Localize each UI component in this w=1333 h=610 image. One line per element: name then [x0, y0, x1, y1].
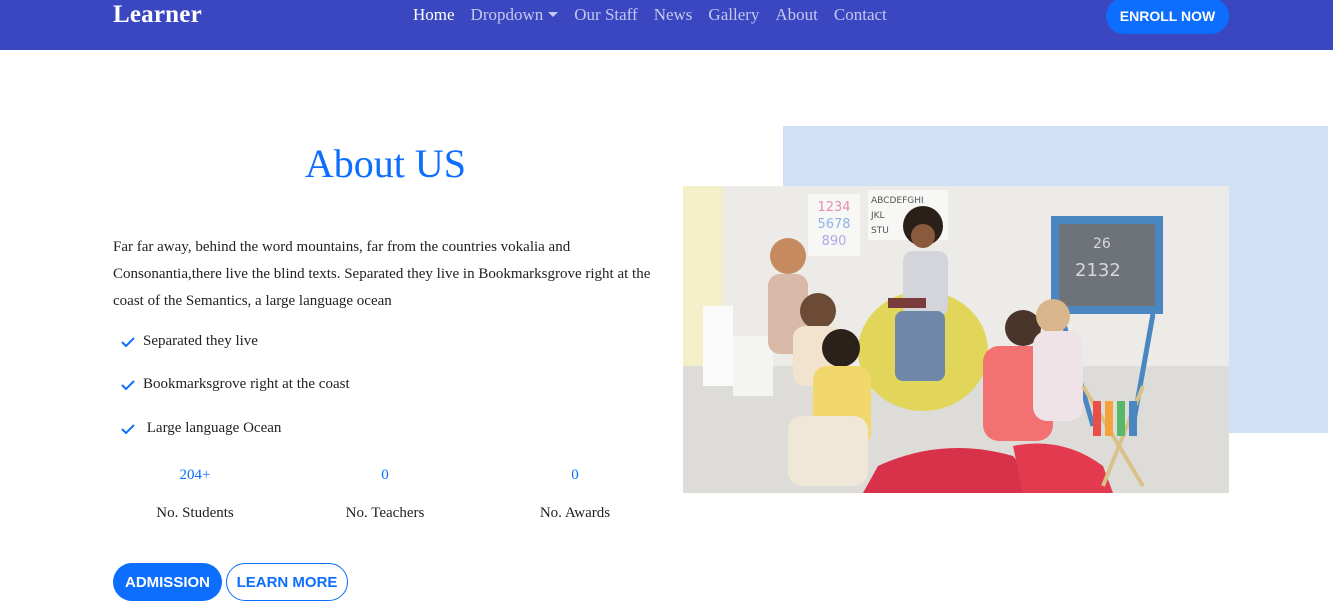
stat-value: 0 [381, 467, 389, 483]
svg-text:1234: 1234 [817, 200, 850, 215]
stat-label: No. Teachers [345, 505, 425, 521]
stats-row: 204+ No. Students 0 No. Teachers 0 No. A… [100, 463, 670, 533]
svg-text:5678: 5678 [817, 217, 850, 232]
svg-text:2132: 2132 [1075, 260, 1121, 281]
stat-label: No. Awards [539, 505, 611, 521]
nav-link-dropdown[interactable]: Dropdown [471, 5, 559, 25]
classroom-photo: 1234 5678 890 ABCDEFGHI JKL STU 26 2132 [683, 186, 1229, 493]
about-title: About US [304, 141, 467, 186]
navbar: Learner Home Dropdown Our Staff News Gal… [0, 0, 1333, 50]
nav-link-contact[interactable]: Contact [834, 5, 887, 25]
svg-text:ABCDEFGHI: ABCDEFGHI [871, 196, 924, 206]
svg-text:STU: STU [871, 226, 889, 236]
check-item-label: Large language Ocean [143, 420, 282, 436]
check-icon [121, 424, 135, 434]
check-icon [121, 337, 135, 347]
nav-link-home[interactable]: Home [413, 5, 455, 25]
stat-value: 204+ [179, 467, 211, 483]
stat-label: No. Students [156, 505, 234, 521]
admission-button[interactable]: ADMISSION [113, 563, 222, 601]
svg-text:26: 26 [1093, 236, 1111, 252]
nav-link-about[interactable]: About [775, 5, 818, 25]
nav-links: Home Dropdown Our Staff News Gallery Abo… [413, 5, 903, 25]
svg-text:JKL: JKL [870, 211, 885, 221]
caret-down-icon [548, 12, 559, 18]
stat-value: 0 [571, 467, 579, 483]
check-item-label: Bookmarksgrove right at the coast [143, 376, 350, 392]
nav-link-our-staff[interactable]: Our Staff [574, 5, 637, 25]
nav-link-gallery[interactable]: Gallery [708, 5, 759, 25]
enroll-now-button[interactable]: ENROLL NOW [1106, 0, 1229, 34]
nav-link-dropdown-label: Dropdown [470, 5, 544, 24]
classroom-photo-illustration: 1234 5678 890 ABCDEFGHI JKL STU 26 2132 [683, 186, 1229, 493]
stat-students: 204+ No. Students [100, 463, 290, 522]
learn-more-button[interactable]: LEARN MORE [226, 563, 348, 601]
stat-awards: 0 No. Awards [480, 463, 670, 522]
svg-text:890: 890 [822, 234, 847, 249]
about-paragraph: Far far away, behind the word mountains,… [113, 239, 651, 309]
check-icon [121, 380, 135, 390]
stat-teachers: 0 No. Teachers [290, 463, 480, 522]
brand-logo[interactable]: Learner [113, 1, 202, 29]
nav-link-news[interactable]: News [654, 5, 693, 25]
check-item-label: Separated they live [143, 333, 258, 349]
